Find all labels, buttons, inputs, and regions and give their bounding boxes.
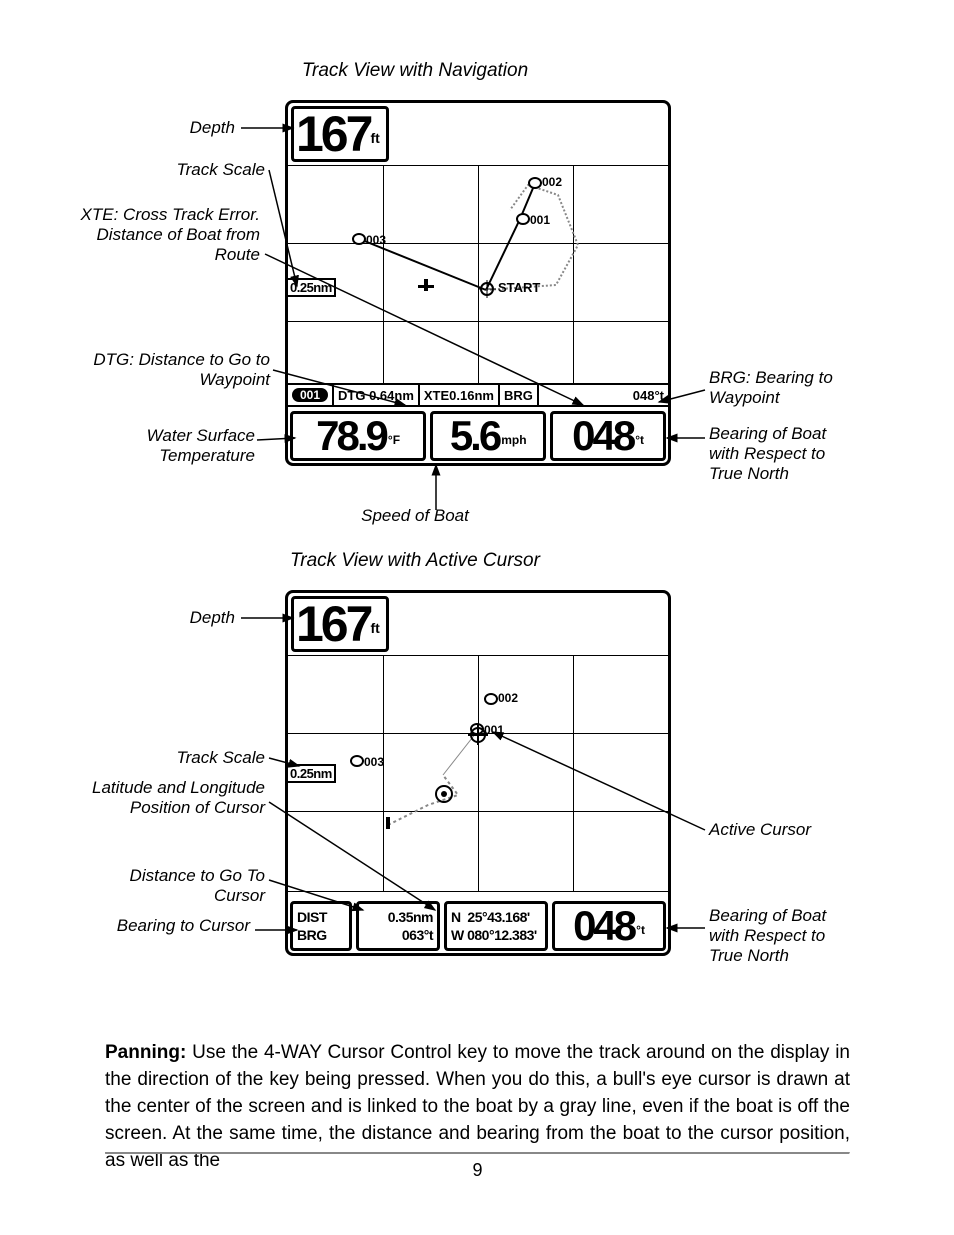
chart-grid: 0.25nm 001 002 003 START: [288, 165, 668, 401]
waypoint-icon: [484, 693, 498, 705]
page-footer: 9: [105, 1152, 850, 1181]
depth-unit: ft: [370, 603, 379, 653]
waypoint-icon: [352, 233, 366, 245]
callout-label-track-scale: Track Scale: [85, 160, 265, 180]
cursor-screen: 167ft 0.25nm 001 002: [285, 590, 671, 956]
waypoint-icon: [528, 177, 542, 189]
depth-readout-box: 167ft: [291, 596, 389, 652]
callout-label-latlon: Latitude and Longitude Position of Curso…: [75, 778, 265, 818]
chart-grid: 0.25nm 001 002 003: [288, 655, 668, 891]
depth-value: 167: [296, 596, 370, 652]
waypoint-icon: [350, 755, 364, 767]
boat-icon: [418, 279, 434, 295]
figure-cursor: 167ft 0.25nm 001 002: [105, 580, 850, 1000]
figure-title-cursor: Track View with Active Cursor: [225, 550, 605, 572]
callout-label-heading: Bearing of Boat with Respect to True Nor…: [709, 424, 859, 484]
brg-label: BRG: [498, 385, 537, 405]
speed-readout: 5.6mph: [430, 411, 546, 461]
callout-label-speed: Speed of Boat: [315, 506, 515, 526]
water-temp-readout: 78.9°F: [290, 411, 426, 461]
waypoint-003-label: 003: [364, 755, 384, 769]
depth-unit: ft: [370, 113, 379, 163]
depth-value: 167: [296, 106, 370, 162]
callout-label-depth: Depth: [85, 118, 235, 138]
current-waypoint-chip: 001: [292, 388, 328, 402]
waypoint-003-label: 003: [366, 233, 386, 247]
callout-label-track-scale: Track Scale: [85, 748, 265, 768]
dtg-readout: DTG 0.64nm: [332, 385, 418, 405]
nav-screen: 167ft 0.25nm: [285, 100, 671, 466]
depth-readout-box: 167ft: [291, 106, 389, 162]
callout-label-active-cursor: Active Cursor: [709, 820, 849, 840]
waypoint-icon: [516, 213, 530, 225]
figure-title-nav: Track View with Navigation: [225, 60, 605, 82]
callout-label-dist-cursor: Distance to Go To Cursor: [85, 866, 265, 906]
dist-brg-labels: DIST BRG: [290, 901, 352, 951]
callout-label-depth: Depth: [85, 608, 235, 628]
cursor-bottom-bar: DIST BRG 0.35nm 063°t N 25°43.168' W 080…: [288, 899, 668, 953]
boat-tick-icon: [383, 817, 393, 831]
callout-label-xte: XTE: Cross Track Error. Distance of Boat…: [65, 205, 260, 265]
waypoint-002-label: 002: [498, 691, 518, 705]
callout-label-dtg: DTG: Distance to Go to Waypoint: [65, 350, 270, 390]
page-number: 9: [105, 1160, 850, 1181]
track-path: [288, 655, 668, 891]
heading-readout: 048°t: [550, 411, 666, 461]
start-marker-icon: [478, 280, 496, 298]
bottom-readouts-row: 78.9°F 5.6mph 048°t: [288, 409, 668, 463]
callout-label-brg-cursor: Bearing to Cursor: [85, 916, 250, 936]
start-label: START: [498, 280, 540, 295]
callout-label-heading: Bearing of Boat with Respect to True Nor…: [709, 906, 859, 966]
callout-label-temp: Water Surface Temperature: [85, 426, 255, 466]
latlon-readout: N 25°43.168' W 080°12.383': [444, 901, 548, 951]
active-cursor-icon: [468, 725, 488, 745]
waypoint-001-label: 001: [530, 213, 550, 227]
footer-rule: [105, 1152, 850, 1154]
panning-bold: Panning:: [105, 1042, 186, 1063]
dist-brg-values: 0.35nm 063°t: [356, 901, 440, 951]
figure-nav: 167ft 0.25nm: [105, 90, 850, 540]
brg-readout: 048°t: [537, 385, 668, 405]
callout-label-brg: BRG: Bearing to Waypoint: [709, 368, 849, 408]
xte-readout: XTE0.16nm: [418, 385, 498, 405]
heading-readout: 048°t: [552, 901, 666, 951]
boat-cursor-icon: [433, 783, 455, 805]
waypoint-002-label: 002: [542, 175, 562, 189]
nav-info-bar: 001 DTG 0.64nm XTE0.16nm BRG 048°t: [288, 383, 668, 407]
